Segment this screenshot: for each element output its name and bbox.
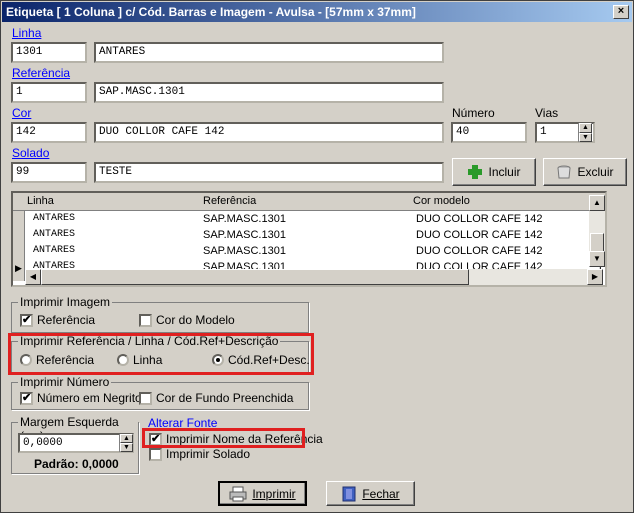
linha-link[interactable]: Linha	[12, 26, 41, 40]
numero-negrito-checkbox[interactable]: ✔ Número em Negrito	[20, 391, 142, 405]
spin-up-icon[interactable]: ▲	[120, 434, 133, 443]
trash-icon	[557, 165, 571, 179]
door-icon	[342, 486, 356, 501]
numero-input[interactable]: 40	[451, 122, 527, 143]
imprimir-label: Imprimir	[252, 486, 296, 501]
cell-referencia: SAP.MASC.1301	[203, 213, 286, 225]
incluir-button[interactable]: Incluir	[452, 158, 536, 186]
imagem-referencia-label: Referência	[37, 313, 96, 327]
referencia-code-input[interactable]: 1	[11, 82, 87, 103]
grid-horizontal-scrollbar[interactable]: ◀ ▶	[25, 269, 603, 285]
table-row[interactable]: ANTARES SAP.MASC.1301 DUO COLLOR CAFE 14…	[13, 212, 605, 228]
grid-header: Linha Referência Cor modelo S	[13, 193, 605, 211]
col-cor-modelo[interactable]: Cor modelo	[413, 195, 470, 207]
spin-down-icon[interactable]: ▼	[579, 132, 592, 142]
scroll-down-icon[interactable]: ▼	[589, 251, 605, 267]
close-button[interactable]: ×	[613, 5, 629, 19]
hscroll-thumb[interactable]	[41, 269, 469, 285]
checkbox-unchecked-icon	[139, 313, 152, 327]
imprimir-imagem-title: Imprimir Imagem	[18, 295, 113, 309]
margem-esquerda-group: Margem Esquerda (cm) 0,0000 ▲ ▼ Padrão: …	[11, 415, 139, 474]
numero-negrito-label: Número em Negrito	[37, 391, 142, 405]
fechar-button[interactable]: Fechar	[326, 481, 415, 506]
col-referencia[interactable]: Referência	[203, 195, 256, 207]
window-title: Etiqueta [ 1 Coluna ] c/ Cód. Barras e I…	[6, 5, 416, 19]
highlight-box-nome-ref	[142, 428, 305, 448]
vias-label: Vias	[535, 106, 559, 120]
solado-link[interactable]: Solado	[12, 146, 49, 160]
col-linha[interactable]: Linha	[27, 195, 54, 207]
solado-name-input[interactable]: TESTE	[94, 162, 444, 183]
scroll-right-icon[interactable]: ▶	[587, 269, 603, 285]
checkbox-checked-icon: ✔	[20, 313, 33, 327]
excluir-button[interactable]: Excluir	[543, 158, 627, 186]
spin-down-icon[interactable]: ▼	[120, 443, 133, 452]
printer-icon	[229, 486, 247, 501]
cell-linha: ANTARES	[33, 213, 76, 224]
padrao-label: Padrão: 0,0000	[34, 457, 119, 471]
imagem-referencia-checkbox[interactable]: ✔ Referência	[20, 313, 95, 327]
fechar-label: Fechar	[362, 486, 400, 501]
spin-up-icon[interactable]: ▲	[579, 123, 592, 133]
margem-input[interactable]: 0,0000	[18, 433, 134, 453]
table-row[interactable]: ANTARES SAP.MASC.1301 DUO COLLOR CAFE 14…	[13, 244, 605, 260]
cor-code-input[interactable]: 142	[11, 122, 87, 143]
plus-icon	[468, 165, 483, 179]
linha-code-input[interactable]: 1301	[11, 42, 87, 63]
cor-modelo-label: Cor do Modelo	[156, 313, 235, 327]
incluir-label: Incluir	[488, 165, 521, 179]
cell-referencia: SAP.MASC.1301	[203, 245, 286, 257]
cor-link[interactable]: Cor	[12, 106, 31, 120]
margem-spinner[interactable]: ▲ ▼	[119, 434, 133, 452]
numero-label: Número	[452, 106, 495, 120]
highlight-box-referencia	[8, 333, 314, 375]
checkbox-unchecked-icon	[139, 391, 152, 405]
solado-code-input[interactable]: 99	[11, 162, 87, 183]
cell-linha: ANTARES	[33, 245, 76, 256]
checkbox-checked-icon: ✔	[20, 391, 33, 405]
imprimir-solado-checkbox[interactable]: Imprimir Solado	[149, 447, 250, 461]
title-bar: Etiqueta [ 1 Coluna ] c/ Cód. Barras e I…	[2, 2, 632, 22]
imprimir-solado-label: Imprimir Solado	[166, 447, 251, 461]
imprimir-numero-group: Imprimir Número ✔ Número em Negrito Cor …	[11, 375, 309, 410]
scroll-left-icon[interactable]: ◀	[25, 269, 41, 285]
cell-cor: DUO COLLOR CAFE 142	[416, 213, 543, 225]
checkbox-unchecked-icon	[149, 447, 162, 461]
cor-modelo-checkbox[interactable]: Cor do Modelo	[139, 313, 235, 327]
cell-referencia: SAP.MASC.1301	[203, 229, 286, 241]
excluir-label: Excluir	[577, 165, 614, 179]
vias-spinner[interactable]: ▲ ▼	[578, 123, 592, 142]
scroll-up-icon[interactable]: ▲	[589, 195, 605, 211]
cor-fundo-checkbox[interactable]: Cor de Fundo Preenchida	[139, 391, 293, 405]
cell-cor: DUO COLLOR CAFE 142	[416, 229, 543, 241]
linha-name-input[interactable]: ANTARES	[94, 42, 444, 63]
table-row[interactable]: ANTARES SAP.MASC.1301 DUO COLLOR CAFE 14…	[13, 228, 605, 244]
imprimir-imagem-group: Imprimir Imagem ✔ Referência Cor do Mode…	[11, 295, 309, 333]
dialog-window: Etiqueta [ 1 Coluna ] c/ Cód. Barras e I…	[0, 0, 634, 513]
imprimir-numero-title: Imprimir Número	[18, 375, 112, 389]
referencia-name-input[interactable]: SAP.MASC.1301	[94, 82, 444, 103]
cor-fundo-label: Cor de Fundo Preenchida	[156, 391, 294, 405]
referencia-link[interactable]: Referência	[12, 66, 70, 80]
imprimir-button[interactable]: Imprimir	[218, 481, 307, 506]
items-grid[interactable]: Linha Referência Cor modelo S ▶ ANTARES …	[11, 191, 607, 287]
cor-name-input[interactable]: DUO COLLOR CAFE 142	[94, 122, 444, 143]
cell-linha: ANTARES	[33, 229, 76, 240]
cell-cor: DUO COLLOR CAFE 142	[416, 245, 543, 257]
